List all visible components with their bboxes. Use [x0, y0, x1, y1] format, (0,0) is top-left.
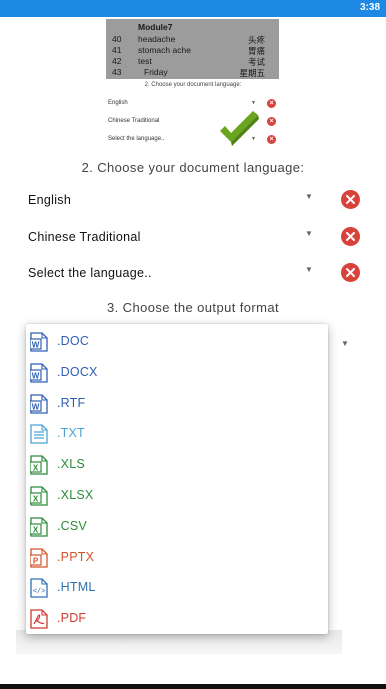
excel-file-icon: X	[29, 517, 48, 537]
thumbnail-row-label: Select the language..	[108, 136, 165, 142]
excel-file-icon: X	[29, 486, 48, 506]
format-option-csv[interactable]: X .CSV	[26, 511, 328, 542]
thumbnail-dropdown-icon: ▼	[251, 100, 256, 106]
format-option-label: .RTF	[57, 395, 86, 410]
format-option-label: .DOC	[57, 334, 90, 348]
preview-chinese: 星期五	[239, 68, 265, 78]
format-option-label: .HTML	[57, 580, 96, 595]
output-format-menu[interactable]: W .DOC W .DOCX W .RTF .TXT X .XLS X .XLSX X .CSV P .PP…	[26, 324, 328, 634]
format-option-label: .XLSX	[57, 488, 94, 502]
language-row-select[interactable]: Select the language.. ▼	[28, 262, 360, 284]
remove-language-button[interactable]	[341, 263, 360, 282]
thumbnail-remove-icon: ×	[267, 117, 276, 126]
preview-num: 43	[112, 67, 122, 77]
close-icon	[346, 268, 355, 277]
close-icon	[346, 195, 355, 204]
close-icon	[346, 232, 355, 241]
preview-num: 40	[112, 34, 122, 44]
format-option-label: .XLS	[57, 457, 85, 472]
svg-text:W: W	[32, 371, 40, 380]
format-option-label: .PPTX	[57, 549, 95, 564]
output-format-heading: 3. Choose the output format	[107, 300, 279, 315]
format-option-txt[interactable]: .TXT	[26, 418, 328, 449]
svg-text:W: W	[32, 402, 40, 411]
status-time: 3:38	[359, 2, 380, 13]
dropdown-arrow-icon[interactable]: ▼	[305, 192, 313, 201]
format-option-label: .TXT	[57, 426, 85, 441]
svg-text:P: P	[33, 556, 39, 565]
thumbnail-remove-icon: ×	[267, 99, 276, 108]
format-option-xlsx[interactable]: X .XLSX	[26, 480, 328, 511]
word-file-icon: W	[29, 363, 48, 383]
thumbnail-row: English ▼ ×	[108, 99, 278, 110]
word-file-icon: W	[29, 332, 48, 352]
preview-title: Module7	[138, 22, 173, 32]
language-select-label[interactable]: Chinese Traditional	[28, 230, 141, 244]
thumbnail-caption: 2. Choose your document language:	[144, 82, 242, 88]
dropdown-arrow-icon[interactable]: ▼	[305, 265, 313, 274]
preview-word: Friday	[144, 67, 168, 77]
thumbnail-row-label: Chinese Traditional	[108, 118, 160, 124]
language-select-label[interactable]: Select the language..	[28, 266, 152, 280]
status-bar: 3:38	[0, 0, 386, 17]
format-option-xls[interactable]: X .XLS	[26, 449, 328, 480]
svg-text:W: W	[32, 340, 40, 349]
thumbnail-row-label: English	[108, 100, 128, 106]
format-option-docx[interactable]: W .DOCX	[26, 357, 328, 388]
format-option-pptx[interactable]: P .PPTX	[26, 542, 328, 573]
dropdown-arrow-icon[interactable]: ▼	[305, 229, 313, 238]
html-file-icon: </>	[30, 578, 48, 599]
svg-text:</>: </>	[33, 588, 46, 596]
format-dropdown-arrow-icon[interactable]: ▼	[341, 339, 349, 348]
remove-language-button[interactable]	[341, 190, 360, 209]
bottom-edge	[0, 684, 386, 689]
format-option-label: .PDF	[57, 611, 87, 626]
format-option-doc[interactable]: W .DOC	[26, 326, 328, 357]
powerpoint-file-icon: P	[29, 547, 48, 568]
preview-word: test	[138, 56, 152, 66]
format-option-rtf[interactable]: W .RTF	[26, 388, 328, 419]
word-file-icon: W	[29, 393, 48, 414]
svg-text:X: X	[33, 463, 39, 472]
preview-word: headache	[138, 34, 176, 44]
language-row-chinese-traditional[interactable]: Chinese Traditional ▼	[28, 226, 360, 248]
document-preview-image: Module7 40 headache 头疼 41 stomach ache 胃痛 42…	[106, 19, 279, 79]
pdf-file-icon	[30, 609, 48, 629]
preview-word: stomach ache	[138, 45, 191, 55]
preview-num: 41	[112, 45, 122, 55]
svg-text:X: X	[33, 525, 39, 534]
preview-num: 42	[112, 56, 122, 66]
language-row-english[interactable]: English ▼	[28, 189, 360, 211]
language-heading: 2. Choose your document language:	[81, 160, 305, 175]
format-option-label: .CSV	[57, 518, 87, 533]
language-select-label[interactable]: English	[28, 193, 71, 207]
remove-language-button[interactable]	[341, 227, 360, 246]
excel-file-icon: X	[29, 455, 48, 475]
format-option-pdf[interactable]: .PDF	[26, 603, 328, 634]
format-option-label: .DOCX	[57, 364, 98, 379]
text-file-icon	[30, 424, 48, 445]
svg-text:X: X	[33, 494, 39, 503]
thumbnail-remove-icon: ×	[267, 135, 276, 144]
format-option-html[interactable]: </> .HTML	[26, 572, 328, 603]
checkmark-icon	[220, 111, 259, 146]
